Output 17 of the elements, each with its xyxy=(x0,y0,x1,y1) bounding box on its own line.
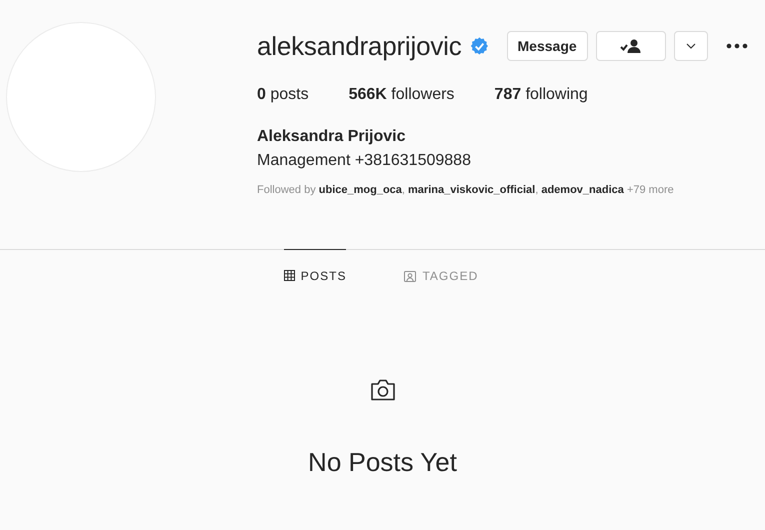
more-options-icon[interactable] xyxy=(726,43,748,49)
person-check-icon xyxy=(620,39,642,53)
stat-count[interactable]: 787 following xyxy=(494,86,588,104)
tagged-person-icon xyxy=(404,270,416,282)
message-button[interactable]: Message xyxy=(506,31,588,61)
grid-icon xyxy=(284,270,295,281)
stat-count[interactable]: 566K followers xyxy=(348,86,454,104)
followed-by-text[interactable]: Followed by ubice_mog_oca, marina_viskovic_official, ademov_nadica +79 more xyxy=(257,184,765,196)
bio-text: Management +381631509888 xyxy=(257,152,472,170)
full-name: Aleksandra Prijovic xyxy=(257,128,407,146)
following-button[interactable] xyxy=(596,31,666,61)
stat-count[interactable]: 0 posts xyxy=(257,86,309,104)
empty-state-message: No Posts Yet xyxy=(308,447,457,478)
camera-icon xyxy=(370,379,396,401)
username: aleksandraprijovic xyxy=(257,30,462,62)
profile-tab[interactable]: POSTS xyxy=(284,249,346,301)
chevron-down-icon xyxy=(686,43,696,49)
